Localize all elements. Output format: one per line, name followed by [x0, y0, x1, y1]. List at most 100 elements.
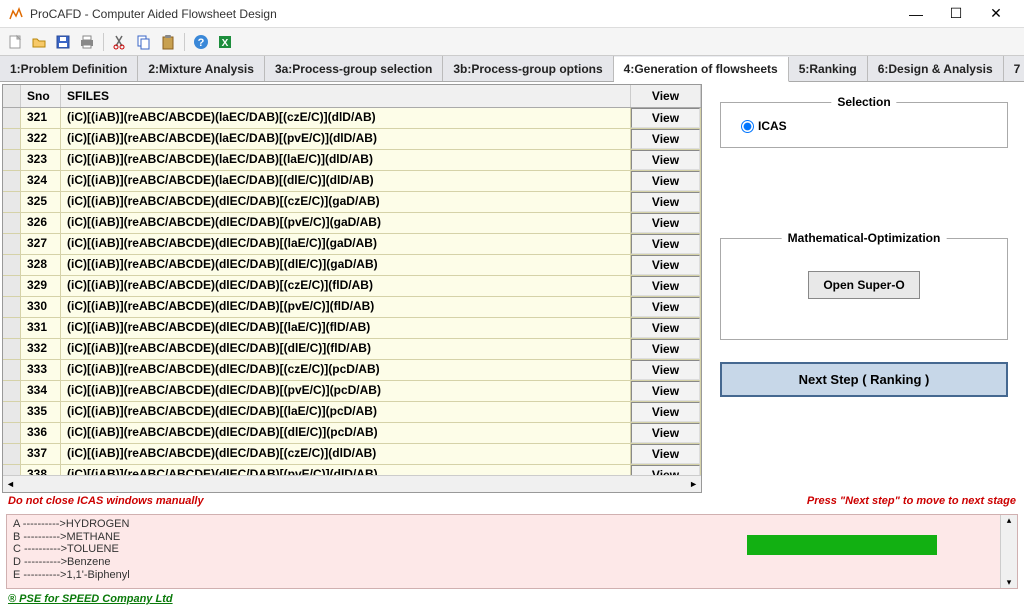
view-button[interactable]: View — [631, 171, 700, 191]
row-handle[interactable] — [3, 423, 21, 443]
cell-sfiles: (iC)[(iAB)](reABC/ABCDE)(dlEC/DAB)[(laE/… — [61, 234, 631, 254]
view-button[interactable]: View — [631, 129, 700, 149]
view-button[interactable]: View — [631, 444, 700, 464]
table-row[interactable]: 333(iC)[(iAB)](reABC/ABCDE)(dlEC/DAB)[(c… — [3, 360, 701, 381]
row-handle[interactable] — [3, 297, 21, 317]
cell-sfiles: (iC)[(iAB)](reABC/ABCDE)(laEC/DAB)[(czE/… — [61, 108, 631, 128]
cell-sno: 324 — [21, 171, 61, 191]
tab-process-group-selection[interactable]: 3a:Process-group selection — [265, 56, 443, 81]
view-button[interactable]: View — [631, 360, 700, 380]
footer-company: ® PSE for SPEED Company Ltd — [0, 591, 1024, 609]
table-row[interactable]: 338(iC)[(iAB)](reABC/ABCDE)(dlEC/DAB)[(p… — [3, 465, 701, 475]
table-row[interactable]: 326(iC)[(iAB)](reABC/ABCDE)(dlEC/DAB)[(p… — [3, 213, 701, 234]
window-title: ProCAFD - Computer Aided Flowsheet Desig… — [30, 7, 896, 21]
selection-group: Selection ICAS — [720, 102, 1008, 148]
view-button[interactable]: View — [631, 381, 700, 401]
table-row[interactable]: 329(iC)[(iAB)](reABC/ABCDE)(dlEC/DAB)[(c… — [3, 276, 701, 297]
math-optimization-group: Mathematical-Optimization Open Super-O — [720, 238, 1008, 340]
minimize-button[interactable]: — — [896, 2, 936, 26]
close-button[interactable]: ✕ — [976, 2, 1016, 26]
row-handle[interactable] — [3, 318, 21, 338]
icas-radio[interactable] — [741, 120, 754, 133]
print-icon[interactable] — [76, 31, 98, 53]
tab-generation-flowsheets[interactable]: 4:Generation of flowsheets — [614, 57, 789, 82]
table-row[interactable]: 325(iC)[(iAB)](reABC/ABCDE)(dlEC/DAB)[(c… — [3, 192, 701, 213]
tab-process-group-options[interactable]: 3b:Process-group options — [443, 56, 613, 81]
table-row[interactable]: 331(iC)[(iAB)](reABC/ABCDE)(dlEC/DAB)[(l… — [3, 318, 701, 339]
row-handle[interactable] — [3, 150, 21, 170]
col-header-sno[interactable]: Sno — [21, 85, 61, 107]
view-button[interactable]: View — [631, 213, 700, 233]
maximize-button[interactable]: ☐ — [936, 2, 976, 26]
view-button[interactable]: View — [631, 192, 700, 212]
table-row[interactable]: 328(iC)[(iAB)](reABC/ABCDE)(dlEC/DAB)[(d… — [3, 255, 701, 276]
table-row[interactable]: 335(iC)[(iAB)](reABC/ABCDE)(dlEC/DAB)[(l… — [3, 402, 701, 423]
tab-mixture-analysis[interactable]: 2:Mixture Analysis — [138, 56, 265, 81]
row-handle[interactable] — [3, 465, 21, 475]
row-handle[interactable] — [3, 360, 21, 380]
icas-radio-row[interactable]: ICAS — [741, 119, 997, 133]
row-handle[interactable] — [3, 255, 21, 275]
table-row[interactable]: 323(iC)[(iAB)](reABC/ABCDE)(laEC/DAB)[(l… — [3, 150, 701, 171]
next-step-button[interactable]: Next Step ( Ranking ) — [720, 362, 1008, 397]
grid-corner[interactable] — [3, 85, 21, 107]
table-row[interactable]: 334(iC)[(iAB)](reABC/ABCDE)(dlEC/DAB)[(p… — [3, 381, 701, 402]
table-row[interactable]: 327(iC)[(iAB)](reABC/ABCDE)(dlEC/DAB)[(l… — [3, 234, 701, 255]
row-handle[interactable] — [3, 444, 21, 464]
open-super-o-button[interactable]: Open Super-O — [808, 271, 919, 299]
cell-sfiles: (iC)[(iAB)](reABC/ABCDE)(dlEC/DAB)[(dlE/… — [61, 339, 631, 359]
table-row[interactable]: 332(iC)[(iAB)](reABC/ABCDE)(dlEC/DAB)[(d… — [3, 339, 701, 360]
view-button[interactable]: View — [631, 423, 700, 443]
col-header-view[interactable]: View — [631, 85, 701, 107]
row-handle[interactable] — [3, 192, 21, 212]
view-button[interactable]: View — [631, 318, 700, 338]
cell-sfiles: (iC)[(iAB)](reABC/ABCDE)(dlEC/DAB)[(pvE/… — [61, 465, 631, 475]
table-row[interactable]: 336(iC)[(iAB)](reABC/ABCDE)(dlEC/DAB)[(d… — [3, 423, 701, 444]
log-scrollbar[interactable] — [1000, 515, 1017, 588]
row-handle[interactable] — [3, 171, 21, 191]
col-header-sfiles[interactable]: SFILES — [61, 85, 631, 107]
info-warning-text: Do not close ICAS windows manually — [8, 495, 204, 512]
cell-sfiles: (iC)[(iAB)](reABC/ABCDE)(dlEC/DAB)[(laE/… — [61, 402, 631, 422]
table-row[interactable]: 322(iC)[(iAB)](reABC/ABCDE)(laEC/DAB)[(p… — [3, 129, 701, 150]
tab-ranking[interactable]: 5:Ranking — [789, 56, 868, 81]
copy-icon[interactable] — [133, 31, 155, 53]
row-handle[interactable] — [3, 402, 21, 422]
cell-sno: 322 — [21, 129, 61, 149]
grid-horizontal-scrollbar[interactable] — [3, 475, 701, 492]
view-button[interactable]: View — [631, 276, 700, 296]
cell-sfiles: (iC)[(iAB)](reABC/ABCDE)(dlEC/DAB)[(dlE/… — [61, 423, 631, 443]
tab-problem-definition[interactable]: 1:Problem Definition — [0, 56, 138, 81]
tab-design-analysis[interactable]: 6:Design & Analysis — [868, 56, 1004, 81]
view-button[interactable]: View — [631, 150, 700, 170]
cell-sfiles: (iC)[(iAB)](reABC/ABCDE)(dlEC/DAB)[(dlE/… — [61, 255, 631, 275]
save-icon[interactable] — [52, 31, 74, 53]
tab-7[interactable]: 7 — [1004, 56, 1024, 81]
cut-icon[interactable] — [109, 31, 131, 53]
table-row[interactable]: 324(iC)[(iAB)](reABC/ABCDE)(laEC/DAB)[(d… — [3, 171, 701, 192]
table-row[interactable]: 330(iC)[(iAB)](reABC/ABCDE)(dlEC/DAB)[(p… — [3, 297, 701, 318]
view-button[interactable]: View — [631, 234, 700, 254]
open-file-icon[interactable] — [28, 31, 50, 53]
row-handle[interactable] — [3, 276, 21, 296]
view-button[interactable]: View — [631, 255, 700, 275]
row-handle[interactable] — [3, 108, 21, 128]
row-handle[interactable] — [3, 339, 21, 359]
view-button[interactable]: View — [631, 402, 700, 422]
view-button[interactable]: View — [631, 108, 700, 128]
table-row[interactable]: 337(iC)[(iAB)](reABC/ABCDE)(dlEC/DAB)[(c… — [3, 444, 701, 465]
paste-icon[interactable] — [157, 31, 179, 53]
cell-sfiles: (iC)[(iAB)](reABC/ABCDE)(dlEC/DAB)[(czE/… — [61, 360, 631, 380]
view-button[interactable]: View — [631, 465, 700, 475]
new-file-icon[interactable] — [4, 31, 26, 53]
row-handle[interactable] — [3, 381, 21, 401]
view-button[interactable]: View — [631, 297, 700, 317]
view-button[interactable]: View — [631, 339, 700, 359]
help-icon[interactable]: ? — [190, 31, 212, 53]
grid-body[interactable]: 321(iC)[(iAB)](reABC/ABCDE)(laEC/DAB)[(c… — [3, 108, 701, 475]
table-row[interactable]: 321(iC)[(iAB)](reABC/ABCDE)(laEC/DAB)[(c… — [3, 108, 701, 129]
row-handle[interactable] — [3, 213, 21, 233]
row-handle[interactable] — [3, 234, 21, 254]
excel-icon[interactable]: X — [214, 31, 236, 53]
row-handle[interactable] — [3, 129, 21, 149]
